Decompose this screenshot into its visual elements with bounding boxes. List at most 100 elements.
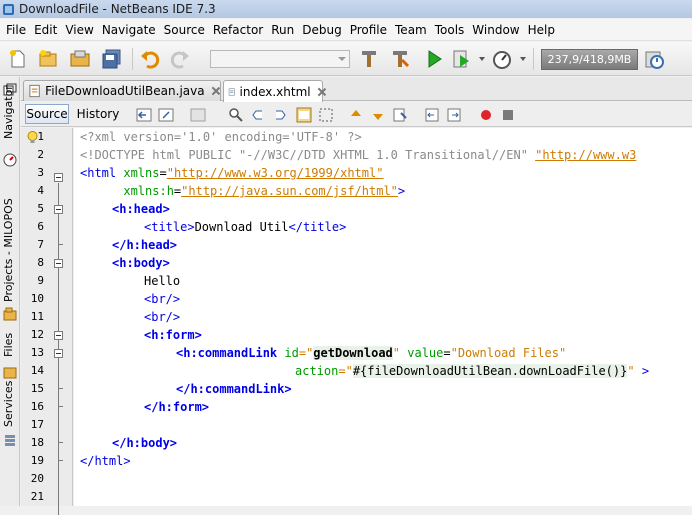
start-macro-icon[interactable] bbox=[477, 106, 495, 124]
menu-tools[interactable]: Tools bbox=[431, 23, 469, 37]
new-project-icon[interactable] bbox=[36, 47, 60, 71]
files-icon[interactable] bbox=[3, 365, 17, 379]
line-number: 1 bbox=[37, 130, 44, 143]
h-head-open: <h:head> bbox=[112, 202, 170, 216]
previous-bookmark-icon[interactable] bbox=[347, 106, 365, 124]
projects-icon[interactable] bbox=[3, 307, 17, 321]
undo-icon[interactable] bbox=[138, 47, 162, 71]
menu-profile[interactable]: Profile bbox=[346, 23, 391, 37]
line-number: 2 bbox=[37, 148, 44, 161]
side-tab-navigator[interactable]: Navigator bbox=[2, 85, 15, 139]
menu-navigate[interactable]: Navigate bbox=[98, 23, 160, 37]
code-line-1: <?xml version='1.0' encoding='UTF-8' ?> bbox=[80, 128, 362, 146]
debug-dropdown-icon[interactable] bbox=[479, 57, 485, 61]
close-icon[interactable] bbox=[317, 87, 322, 97]
menu-debug[interactable]: Debug bbox=[298, 23, 345, 37]
rectangular-selection-icon[interactable] bbox=[317, 106, 335, 124]
attr-action: action bbox=[295, 364, 339, 378]
br-tag: <br/> bbox=[144, 310, 181, 324]
tab-label: FileDownloadUtilBean.java bbox=[45, 84, 205, 98]
side-tab-services[interactable]: Services bbox=[2, 381, 15, 427]
fold-toggle-form[interactable] bbox=[54, 331, 63, 340]
redo-icon[interactable] bbox=[168, 47, 192, 71]
navigator-icon[interactable] bbox=[3, 153, 17, 167]
gc-icon[interactable] bbox=[642, 47, 666, 71]
side-panel-tabs: Navigator Projects - MILOPOS Files Servi… bbox=[0, 77, 20, 506]
line-number: 4 bbox=[37, 184, 44, 197]
last-edit-icon[interactable] bbox=[157, 106, 175, 124]
line-number: 10 bbox=[30, 292, 44, 305]
side-tab-projects[interactable]: Projects - MILOPOS bbox=[2, 198, 15, 302]
doctype-url[interactable]: "http://www.w3 bbox=[535, 148, 636, 162]
tab-index-xhtml[interactable]: index.xhtml bbox=[223, 80, 323, 102]
code-editor[interactable]: <?xml version='1.0' encoding='UTF-8' ?> … bbox=[74, 128, 692, 506]
fold-toggle-head[interactable] bbox=[54, 205, 63, 214]
menu-view[interactable]: View bbox=[61, 23, 97, 37]
save-all-icon[interactable] bbox=[100, 47, 124, 71]
fold-toggle-html[interactable] bbox=[54, 173, 63, 182]
line-number: 13 bbox=[30, 346, 44, 359]
menu-edit[interactable]: Edit bbox=[30, 23, 61, 37]
doctype: <!DOCTYPE html PUBLIC "-//W3C//DTD XHTML… bbox=[80, 148, 536, 162]
el-expression: #{fileDownloadUtilBean.downLoadFile()} bbox=[352, 364, 628, 378]
history-button[interactable]: History bbox=[73, 104, 123, 124]
stop-macro-icon[interactable] bbox=[499, 106, 517, 124]
xmlns-url[interactable]: "http://www.w3.org/1999/xhtml" bbox=[167, 166, 384, 180]
configuration-combo[interactable] bbox=[210, 50, 350, 68]
html-close: </html> bbox=[80, 454, 131, 468]
shift-left-icon[interactable] bbox=[423, 106, 441, 124]
code-line-5: <h:head> bbox=[112, 200, 170, 218]
services-icon[interactable] bbox=[3, 433, 17, 447]
h-form-open: <h:form> bbox=[144, 328, 202, 342]
line-number: 15 bbox=[30, 382, 44, 395]
find-icon[interactable] bbox=[227, 106, 245, 124]
debug-icon[interactable] bbox=[450, 47, 474, 71]
new-file-icon[interactable] bbox=[6, 47, 30, 71]
toggle-bookmark-icon[interactable] bbox=[391, 106, 409, 124]
line-number: 6 bbox=[37, 220, 44, 233]
line-number: 8 bbox=[37, 256, 44, 269]
quote: " bbox=[392, 346, 401, 360]
line-number: 12 bbox=[30, 328, 44, 341]
attr-value: value bbox=[400, 346, 444, 360]
profile-icon[interactable] bbox=[490, 47, 514, 71]
clean-build-icon[interactable] bbox=[357, 47, 381, 71]
menu-run[interactable]: Run bbox=[267, 23, 298, 37]
tab-filedownloadutilbean-java[interactable]: FileDownloadUtilBean.java bbox=[23, 80, 221, 101]
toolbar-separator bbox=[132, 48, 133, 70]
find-next-icon[interactable] bbox=[271, 106, 289, 124]
open-project-icon[interactable] bbox=[68, 47, 92, 71]
xhtml-file-icon bbox=[228, 88, 235, 95]
fold-toggle-commandlink[interactable] bbox=[54, 349, 63, 358]
menu-help[interactable]: Help bbox=[524, 23, 559, 37]
menu-refactor[interactable]: Refactor bbox=[209, 23, 267, 37]
source-button[interactable]: Source bbox=[25, 104, 69, 124]
menu-file[interactable]: File bbox=[2, 23, 30, 37]
quote: =" bbox=[338, 364, 353, 378]
title-bar: DownloadFile - NetBeans IDE 7.3 bbox=[0, 0, 692, 18]
menu-source[interactable]: Source bbox=[160, 23, 209, 37]
build-icon[interactable] bbox=[388, 47, 412, 71]
find-previous-icon[interactable] bbox=[249, 106, 267, 124]
menu-window[interactable]: Window bbox=[468, 23, 523, 37]
shift-right-icon[interactable] bbox=[445, 106, 463, 124]
window-title: DownloadFile - NetBeans IDE 7.3 bbox=[19, 2, 216, 16]
close-icon[interactable] bbox=[211, 86, 220, 96]
menu-team[interactable]: Team bbox=[391, 23, 431, 37]
line-number: 3 bbox=[37, 166, 44, 179]
code-line-8: <h:body> bbox=[112, 254, 170, 272]
profile-dropdown-icon[interactable] bbox=[520, 57, 526, 61]
fold-end bbox=[58, 388, 63, 389]
fold-toggle-body[interactable] bbox=[54, 259, 63, 268]
memory-usage-indicator[interactable]: 237,9/418,9MB bbox=[541, 49, 638, 70]
code-line-13: <h:commandLink id="getDownload" value="D… bbox=[176, 344, 566, 362]
run-icon[interactable] bbox=[422, 47, 446, 71]
xmlns-h-url[interactable]: "http://java.sun.com/jsf/html" bbox=[181, 184, 398, 198]
toggle-highlight-icon[interactable] bbox=[295, 106, 313, 124]
forward-icon[interactable] bbox=[189, 106, 207, 124]
quote: =" bbox=[298, 346, 314, 360]
side-tab-files[interactable]: Files bbox=[2, 333, 15, 357]
next-bookmark-icon[interactable] bbox=[369, 106, 387, 124]
line-number-gutter: 1 2 3 4 5 6 7 8 9 10 11 12 13 14 15 16 17 18 19 20 21 bbox=[21, 128, 73, 515]
back-icon[interactable] bbox=[135, 106, 153, 124]
